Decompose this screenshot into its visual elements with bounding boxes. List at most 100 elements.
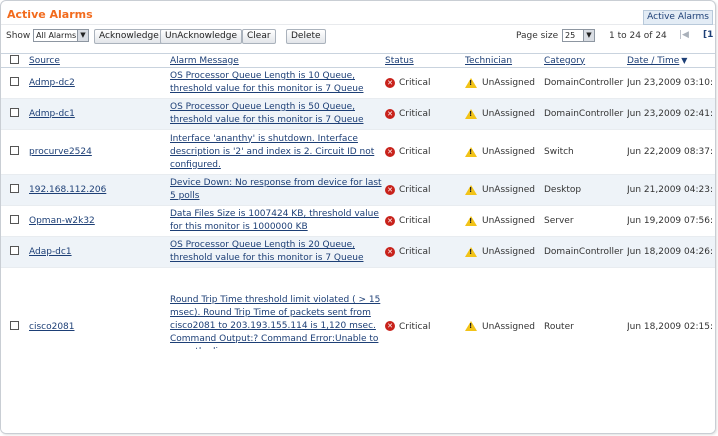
row-checkbox[interactable]: [10, 184, 19, 193]
warning-triangle-icon: [465, 246, 477, 257]
delete-button[interactable]: Delete: [286, 29, 326, 44]
critical-x-icon: ✕: [385, 77, 395, 88]
source-link[interactable]: Adap-dc1: [29, 247, 72, 257]
status-text: Critical: [399, 147, 431, 158]
row-checkbox[interactable]: [10, 215, 19, 224]
pagination-range: 1 to 24 of 24: [609, 31, 667, 41]
page-size-label: Page size: [516, 31, 559, 41]
technician-cell: UnAssigned: [465, 321, 535, 332]
category-text: Server: [544, 216, 574, 226]
panel-title: Active Alarms: [7, 8, 93, 21]
warning-triangle-icon: [465, 108, 477, 119]
select-all-cell: [1, 53, 29, 68]
status-text: Critical: [399, 247, 431, 258]
table-row[interactable]: Admp-dc1 OS Processor Queue Length is 50…: [1, 98, 715, 130]
column-header-message[interactable]: Alarm Message: [170, 56, 239, 66]
select-all-checkbox[interactable]: [10, 54, 19, 64]
technician-cell: UnAssigned: [465, 246, 535, 258]
category-text: DomainController: [544, 247, 624, 257]
row-checkbox[interactable]: [10, 246, 19, 255]
critical-x-icon: ✕: [385, 246, 395, 257]
alarm-filter-select[interactable]: All Alarms ▼: [33, 29, 89, 42]
critical-x-icon: ✕: [385, 146, 395, 157]
warning-triangle-icon: [465, 184, 477, 195]
status-text: Critical: [399, 216, 431, 227]
status-cell: ✕ Critical: [385, 146, 431, 158]
source-link[interactable]: cisco2081: [29, 322, 75, 332]
datetime-text: Jun 18,2009 04:26:: [627, 247, 713, 257]
column-header-status[interactable]: Status: [385, 56, 414, 66]
unacknowledge-button[interactable]: UnAcknowledge: [160, 29, 243, 44]
critical-x-icon: ✕: [385, 215, 395, 226]
column-header-technician[interactable]: Technician: [465, 56, 512, 66]
chevron-down-icon: ▼: [77, 30, 88, 41]
column-header-datetime[interactable]: Date / Time: [627, 56, 679, 66]
warning-triangle-icon: [465, 77, 477, 88]
row-checkbox[interactable]: [10, 108, 19, 117]
source-link[interactable]: Opman-w2k32: [29, 216, 95, 226]
chevron-down-icon: ▼: [583, 30, 594, 41]
breadcrumb-tab-active-alarms[interactable]: Active Alarms: [643, 10, 713, 25]
critical-x-icon: ✕: [385, 321, 395, 332]
alarm-filter-value: All Alarms: [36, 31, 77, 40]
column-header-source[interactable]: Source: [29, 56, 60, 66]
technician-text: UnAssigned: [482, 78, 535, 89]
datetime-text: Jun 23,2009 03:10:: [627, 78, 713, 88]
column-header-category[interactable]: Category: [544, 56, 585, 66]
table-row[interactable]: Adap-dc1 OS Processor Queue Length is 20…: [1, 236, 715, 268]
alarm-message-link[interactable]: OS Processor Queue Length is 20 Queue, t…: [170, 238, 385, 266]
row-checkbox[interactable]: [10, 320, 19, 330]
row-checkbox[interactable]: [10, 146, 19, 155]
technician-text: UnAssigned: [482, 109, 535, 120]
clear-button[interactable]: Clear: [242, 29, 276, 44]
alarm-message-link[interactable]: Device Down: No response from device for…: [170, 176, 385, 204]
status-cell: ✕ Critical: [385, 77, 431, 89]
source-link[interactable]: procurve2524: [29, 147, 92, 157]
first-page-icon[interactable]: |◀: [679, 30, 689, 40]
technician-text: UnAssigned: [482, 247, 535, 258]
alarms-table: Source Alarm Message Status Technician C…: [1, 53, 715, 386]
technician-text: UnAssigned: [482, 185, 535, 196]
alarm-message-link[interactable]: OS Processor Queue Length is 10 Queue, t…: [170, 69, 385, 97]
critical-x-icon: ✕: [385, 184, 395, 195]
toolbar: Show All Alarms ▼ Acknowledge UnAcknowle…: [1, 28, 715, 46]
table-row[interactable]: Admp-dc2 OS Processor Queue Length is 10…: [1, 67, 715, 99]
datetime-text: Jun 22,2009 08:37:: [627, 147, 713, 157]
table-row[interactable]: 192.168.112.206 Device Down: No response…: [1, 174, 715, 206]
datetime-text: Jun 19,2009 07:56:: [627, 216, 713, 226]
acknowledge-button[interactable]: Acknowledge: [94, 29, 164, 44]
status-cell: ✕ Critical: [385, 321, 431, 332]
title-divider: [1, 24, 715, 25]
source-link[interactable]: 192.168.112.206: [29, 185, 106, 195]
status-text: Critical: [399, 78, 431, 89]
category-text: Desktop: [544, 185, 582, 195]
page-number[interactable]: [1: [703, 30, 713, 40]
table-row[interactable]: Opman-w2k32 Data Files Size is 1007424 K…: [1, 205, 715, 237]
show-label: Show: [6, 31, 31, 41]
status-text: Critical: [399, 109, 431, 120]
sort-descending-icon: ▼: [681, 55, 688, 65]
warning-triangle-icon: [465, 321, 477, 332]
row-checkbox[interactable]: [10, 77, 19, 86]
table-header-row: Source Alarm Message Status Technician C…: [1, 53, 715, 68]
category-text: DomainController: [544, 109, 624, 119]
technician-text: UnAssigned: [482, 321, 535, 332]
alarm-message-link[interactable]: OS Processor Queue Length is 50 Queue, t…: [170, 100, 385, 128]
page-size-select[interactable]: 25 ▼: [562, 29, 595, 42]
table-row[interactable]: procurve2524 Interface 'ananthy' is shut…: [1, 129, 715, 175]
page-size-value: 25: [565, 31, 576, 40]
technician-text: UnAssigned: [482, 147, 535, 158]
datetime-text: Jun 23,2009 02:41:: [627, 109, 713, 119]
status-text: Critical: [399, 321, 431, 332]
technician-cell: UnAssigned: [465, 108, 535, 120]
alarm-message-link[interactable]: Interface 'ananthy' is shutdown. Interfa…: [170, 132, 385, 173]
status-cell: ✕ Critical: [385, 246, 431, 258]
status-text: Critical: [399, 185, 431, 196]
alarm-message-link[interactable]: Data Files Size is 1007424 KB, threshold…: [170, 207, 385, 235]
technician-cell: UnAssigned: [465, 77, 535, 89]
source-link[interactable]: Admp-dc2: [29, 78, 75, 88]
active-alarms-panel: Active Alarms Active Alarms Show All Ala…: [0, 0, 716, 434]
source-link[interactable]: Admp-dc1: [29, 109, 75, 119]
category-text: Router: [544, 321, 574, 332]
technician-text: UnAssigned: [482, 216, 535, 227]
